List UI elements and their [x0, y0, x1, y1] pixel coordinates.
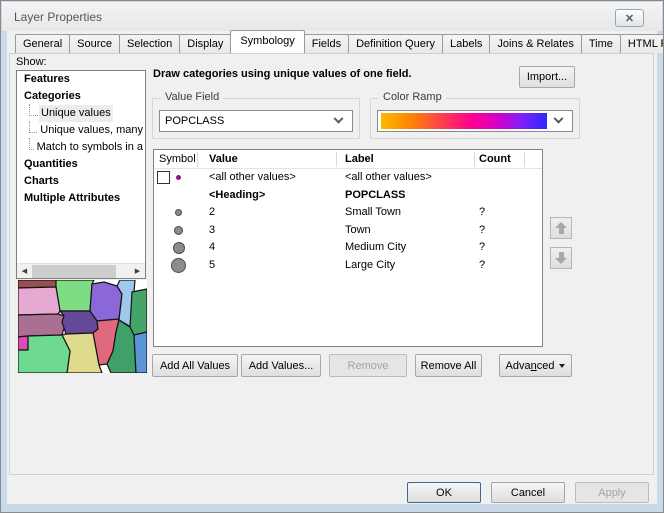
chevron-down-icon [334, 113, 344, 123]
point-symbol-icon [171, 258, 186, 273]
apply-button[interactable]: Apply [575, 482, 649, 503]
close-button[interactable]: ✕ [615, 9, 644, 27]
point-symbol-icon [174, 226, 183, 235]
tree-horizontal-scrollbar[interactable]: ◀ ▶ [17, 263, 145, 278]
symbol-cell[interactable] [154, 222, 197, 240]
tab-general[interactable]: General [15, 34, 70, 53]
symbol-cell[interactable] [154, 204, 197, 222]
add-values-button[interactable]: Add Values... [241, 354, 321, 377]
tab-definition-query[interactable]: Definition Query [348, 34, 443, 53]
tree-item-match-symbols[interactable]: Match to symbols in a [17, 139, 145, 156]
import-button[interactable]: Import... [519, 66, 575, 88]
tree-item-unique-values-many[interactable]: Unique values, many [17, 122, 145, 139]
tab-selection[interactable]: Selection [119, 34, 180, 53]
ok-button[interactable]: OK [407, 482, 481, 503]
title-bar: Layer Properties ✕ [2, 2, 662, 31]
layer-properties-dialog: Layer Properties ✕ General Source Select… [0, 0, 664, 513]
add-all-values-button[interactable]: Add All Values [152, 354, 238, 377]
advanced-button[interactable]: Advanced [499, 354, 572, 377]
tab-html-popup[interactable]: HTML Popup [620, 34, 664, 53]
arrow-down-icon [555, 258, 567, 264]
tab-display[interactable]: Display [179, 34, 231, 53]
column-header-value[interactable]: Value [204, 150, 238, 169]
dropdown-caret-icon [559, 364, 565, 368]
instruction-text: Draw categories using unique values of o… [153, 68, 412, 80]
column-header-count[interactable]: Count [474, 150, 511, 169]
tree-item-categories[interactable]: Categories [17, 88, 145, 105]
tab-fields[interactable]: Fields [304, 34, 349, 53]
color-ramp-label: Color Ramp [379, 91, 446, 103]
tab-labels[interactable]: Labels [442, 34, 490, 53]
table-row-heading[interactable]: <Heading> POPCLASS [154, 187, 542, 205]
unique-values-table: Symbol Value Label Count <all other valu… [153, 149, 543, 347]
table-header: Symbol Value Label Count [154, 150, 542, 169]
map-preview-thumbnail [18, 280, 147, 373]
color-ramp-group: Color Ramp [370, 98, 580, 139]
symbol-cell[interactable] [154, 257, 197, 275]
point-symbol-icon [176, 175, 181, 180]
table-row-small-town[interactable]: 2 Small Town ? [154, 204, 542, 222]
scrollbar-thumb[interactable] [32, 265, 116, 278]
point-symbol-icon [173, 242, 185, 254]
remove-button[interactable]: Remove [329, 354, 407, 377]
tree-item-features[interactable]: Features [17, 71, 145, 88]
move-up-button[interactable] [550, 217, 572, 239]
column-header-label[interactable]: Label [340, 150, 374, 169]
tab-joins-relates[interactable]: Joins & Relates [489, 34, 581, 53]
tree-connector-icon [29, 138, 34, 150]
window-title: Layer Properties [14, 10, 102, 24]
scroll-right-icon[interactable]: ▶ [130, 264, 145, 279]
value-field-label: Value Field [161, 91, 223, 103]
tree-connector-icon [29, 104, 38, 116]
tree-item-charts[interactable]: Charts [17, 173, 145, 190]
tab-time[interactable]: Time [581, 34, 621, 53]
tree-item-unique-values[interactable]: Unique values [17, 105, 145, 122]
tab-source[interactable]: Source [69, 34, 120, 53]
tree-item-multiple-attributes[interactable]: Multiple Attributes [17, 190, 145, 207]
color-ramp-dropdown[interactable] [377, 110, 573, 132]
point-symbol-icon [175, 209, 182, 216]
symbology-tab-page: Show: Features Categories Unique values … [9, 53, 654, 475]
remove-all-button[interactable]: Remove All [415, 354, 482, 377]
move-down-button[interactable] [550, 247, 572, 269]
color-ramp-gradient [381, 113, 547, 129]
symbol-cell[interactable] [154, 239, 197, 257]
chevron-down-icon [554, 113, 564, 123]
value-field-dropdown[interactable]: POPCLASS [159, 110, 353, 132]
table-row-large-city[interactable]: 5 Large City ? [154, 257, 542, 275]
tab-symbology[interactable]: Symbology [230, 30, 304, 53]
dialog-frame: General Source Selection Display Symbolo… [2, 31, 662, 511]
symbol-cell[interactable] [154, 169, 197, 187]
tree-connector-icon [29, 121, 37, 133]
dialog-content: General Source Selection Display Symbolo… [7, 31, 657, 504]
table-row-town[interactable]: 3 Town ? [154, 222, 542, 240]
column-header-symbol[interactable]: Symbol [154, 150, 196, 169]
value-field-group: Value Field POPCLASS [152, 98, 360, 139]
tab-strip: General Source Selection Display Symbolo… [15, 34, 664, 53]
scroll-left-icon[interactable]: ◀ [17, 264, 32, 279]
show-tree: Features Categories Unique values Unique… [16, 70, 146, 279]
table-row-all-other-values[interactable]: <all other values> <all other values> [154, 169, 542, 187]
show-label: Show: [16, 56, 47, 68]
cancel-button[interactable]: Cancel [491, 482, 565, 503]
table-row-medium-city[interactable]: 4 Medium City ? [154, 239, 542, 257]
tree-item-quantities[interactable]: Quantities [17, 156, 145, 173]
value-field-value: POPCLASS [160, 115, 335, 127]
close-icon: ✕ [625, 12, 634, 25]
all-other-values-checkbox[interactable] [157, 171, 170, 184]
